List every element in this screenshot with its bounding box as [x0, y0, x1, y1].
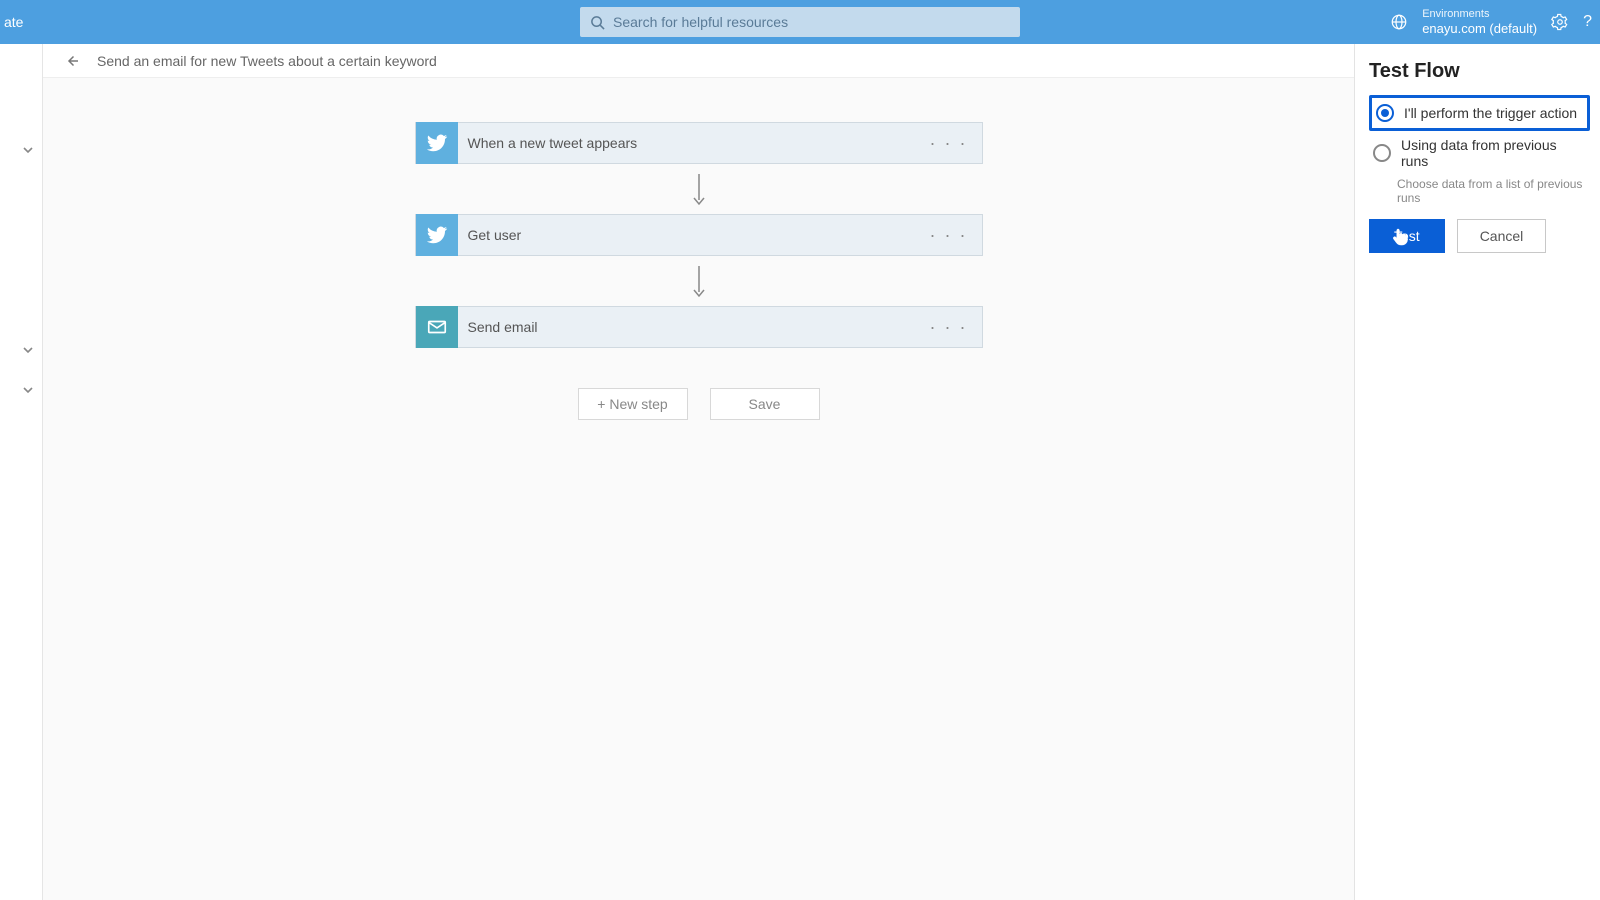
environment-value: enayu.com (default) — [1422, 21, 1537, 37]
settings-icon[interactable] — [1551, 13, 1569, 31]
environment-icon — [1390, 13, 1408, 31]
search-input[interactable] — [613, 14, 1010, 30]
test-button-label: Test — [1394, 228, 1420, 244]
test-button[interactable]: Test — [1369, 219, 1445, 253]
radio-selected-icon — [1376, 104, 1394, 122]
canvas-action-row: + New step Save — [578, 388, 820, 420]
step-menu-button[interactable]: · · · — [930, 225, 968, 246]
previous-runs-hint: Choose data from a list of previous runs — [1397, 177, 1590, 205]
test-panel-buttons: Test Cancel — [1369, 219, 1590, 253]
left-rail — [0, 44, 42, 900]
breadcrumb: Send an email for new Tweets about a cer… — [43, 44, 1354, 78]
topbar-left-fragment: ate — [0, 14, 42, 30]
flow-step-send-email[interactable]: Send email · · · — [415, 306, 983, 348]
twitter-icon — [416, 122, 458, 164]
radio-previous-label: Using data from previous runs — [1401, 137, 1586, 169]
search-wrap — [580, 7, 1020, 37]
step-label: Send email — [468, 319, 538, 335]
test-flow-title: Test Flow — [1369, 60, 1590, 83]
test-flow-panel: Test Flow I'll perform the trigger actio… — [1354, 44, 1600, 900]
topbar-right: Environments enayu.com (default) ? — [1390, 8, 1600, 37]
new-step-button[interactable]: + New step — [578, 388, 688, 420]
flow-canvas: When a new tweet appears · · · Get user … — [43, 78, 1354, 420]
rail-chevron-3[interactable] — [22, 384, 34, 396]
cancel-button[interactable]: Cancel — [1457, 219, 1547, 253]
arrow-down-icon — [692, 174, 706, 204]
radio-perform-label: I'll perform the trigger action — [1404, 105, 1577, 121]
environment-label: Environments — [1422, 8, 1537, 21]
radio-unselected-icon — [1373, 144, 1391, 162]
rail-chevron-2[interactable] — [22, 344, 34, 356]
radio-perform-trigger[interactable]: I'll perform the trigger action — [1369, 95, 1590, 131]
arrow-down-icon — [692, 266, 706, 296]
twitter-icon — [416, 214, 458, 256]
flow-title: Send an email for new Tweets about a cer… — [97, 53, 437, 69]
flow-step-trigger[interactable]: When a new tweet appears · · · — [415, 122, 983, 164]
help-icon[interactable]: ? — [1583, 13, 1592, 31]
step-label: When a new tweet appears — [468, 135, 638, 151]
step-menu-button[interactable]: · · · — [930, 317, 968, 338]
search-box[interactable] — [580, 7, 1020, 37]
step-menu-button[interactable]: · · · — [930, 133, 968, 154]
flow-step-get-user[interactable]: Get user · · · — [415, 214, 983, 256]
mail-icon — [416, 306, 458, 348]
step-label: Get user — [468, 227, 522, 243]
radio-previous-runs[interactable]: Using data from previous runs — [1369, 131, 1590, 175]
environment-picker[interactable]: Environments enayu.com (default) — [1422, 8, 1537, 37]
top-bar: ate Environments enayu.com (default) ? — [0, 0, 1600, 44]
main-area: Send an email for new Tweets about a cer… — [42, 44, 1354, 900]
rail-chevron-1[interactable] — [22, 144, 34, 156]
search-icon — [590, 15, 605, 30]
back-arrow-button[interactable] — [63, 52, 81, 70]
save-button[interactable]: Save — [710, 388, 820, 420]
